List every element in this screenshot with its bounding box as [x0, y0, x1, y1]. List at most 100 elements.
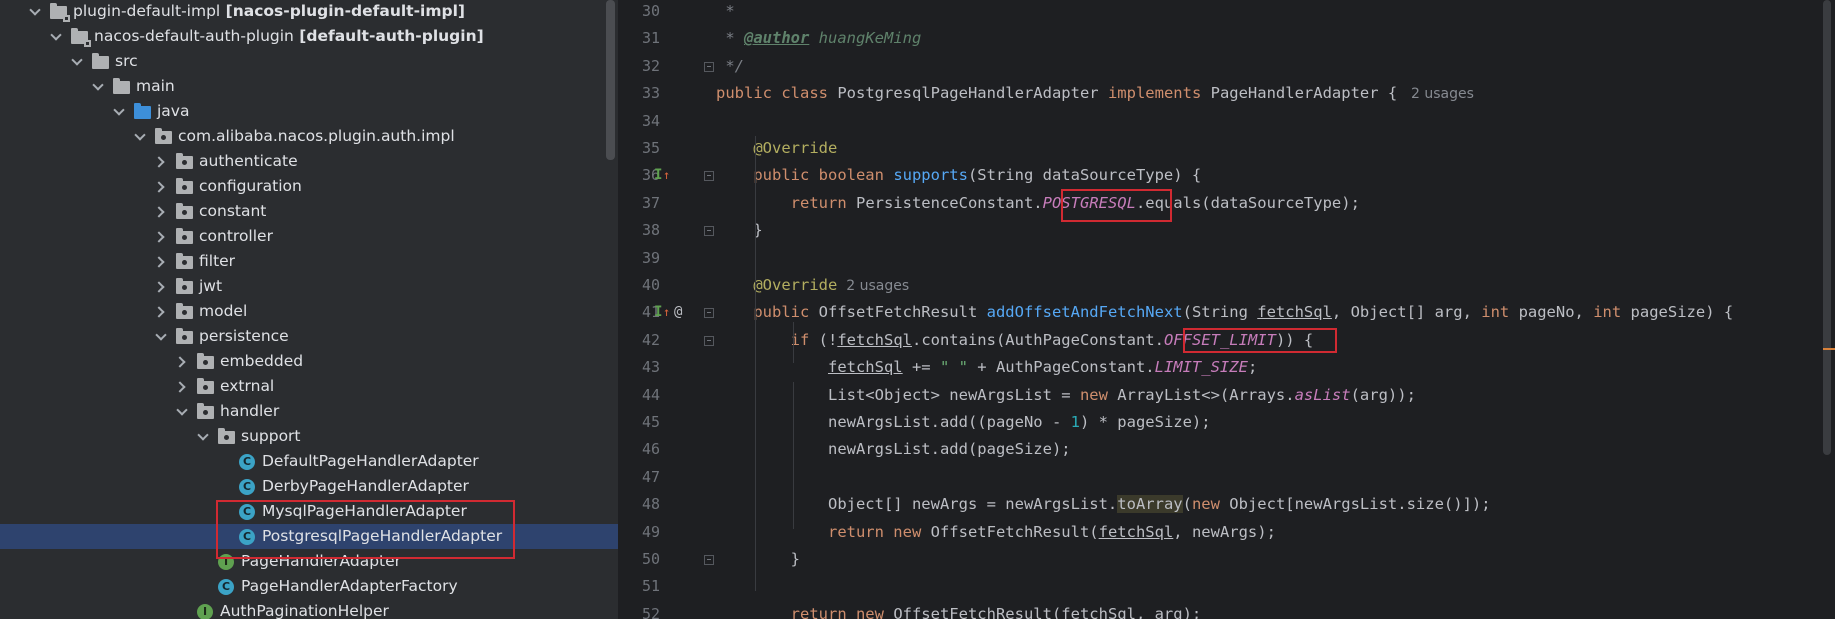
fold-toggle-icon[interactable]	[704, 308, 714, 319]
code-line[interactable]: return new OffsetFetchResult(fetchSql, a…	[716, 601, 1202, 619]
chevron-right-icon[interactable]	[156, 157, 166, 167]
tree-item[interactable]: embedded	[0, 349, 618, 374]
code-line[interactable]: newArgsList.add((pageNo - 1) * pageSize)…	[716, 409, 1211, 436]
tree-item[interactable]: src	[0, 49, 618, 74]
editor-scrollbar[interactable]	[1823, 0, 1831, 455]
tree-item-label: plugin-default-impl [nacos-plugin-defaul…	[73, 0, 465, 24]
implements-gutter-icon[interactable]: I	[654, 162, 662, 189]
code-token: newArgsList.add(pageSize);	[716, 440, 1071, 459]
chevron-right-icon[interactable]	[156, 282, 166, 292]
fold-toggle-icon[interactable]	[704, 61, 714, 72]
highlight-box	[1061, 189, 1172, 222]
tree-item[interactable]: extrnal	[0, 374, 618, 399]
tree-item-label: constant	[199, 199, 266, 224]
code-token: supports	[893, 166, 968, 185]
tree-item-name: DefaultPageHandlerAdapter	[262, 452, 479, 470]
chevron-down-icon[interactable]	[156, 332, 166, 342]
chevron-down-icon[interactable]	[135, 132, 145, 142]
code-line[interactable]: public OffsetFetchResult addOffsetAndFet…	[716, 299, 1733, 326]
code-token: huangKeMing	[809, 29, 922, 48]
code-token: */	[716, 56, 744, 75]
chevron-right-icon[interactable]	[177, 357, 187, 367]
code-token: pageSize) {	[1630, 303, 1734, 322]
tree-item-name: jwt	[199, 277, 223, 295]
code-line[interactable]: }	[716, 546, 800, 573]
override-arrow-icon[interactable]: ↑	[663, 299, 670, 326]
tree-item[interactable]: main	[0, 74, 618, 99]
tree-item[interactable]: configuration	[0, 174, 618, 199]
code-token: fetchSql	[837, 330, 912, 349]
code-token: (!	[818, 330, 838, 349]
chevron-right-icon[interactable]	[156, 207, 166, 217]
tree-item[interactable]: persistence	[0, 324, 618, 349]
tree-item[interactable]: filter	[0, 249, 618, 274]
chevron-down-icon[interactable]	[51, 32, 61, 42]
tree-item[interactable]: model	[0, 299, 618, 324]
package-icon	[176, 203, 193, 219]
tree-item[interactable]: nacos-default-auth-plugin [default-auth-…	[0, 24, 618, 49]
fold-toggle-icon[interactable]	[704, 171, 714, 182]
code-line[interactable]: List<Object> newArgsList = new ArrayList…	[716, 382, 1416, 409]
chevron-down-icon[interactable]	[93, 82, 103, 92]
fold-toggle-icon[interactable]	[704, 555, 714, 565]
chevron-down-icon[interactable]	[72, 57, 82, 67]
code-line[interactable]: *	[716, 0, 735, 25]
tree-item[interactable]: C DerbyPageHandlerAdapter	[0, 474, 618, 499]
fold-toggle-icon[interactable]	[704, 226, 714, 237]
code-line[interactable]: public boolean supports(String dataSourc…	[716, 162, 1201, 189]
chevron-down-icon[interactable]	[177, 407, 187, 417]
tree-item[interactable]: C PageHandlerAdapterFactory	[0, 574, 618, 599]
code-line[interactable]: return new OffsetFetchResult(fetchSql, n…	[716, 519, 1276, 546]
tree-item[interactable]: support	[0, 424, 618, 449]
tree-item[interactable]: C DefaultPageHandlerAdapter	[0, 449, 618, 474]
line-number: 43	[641, 358, 660, 377]
code-line[interactable]: return PersistenceConstant.POSTGRESQL.eq…	[716, 190, 1360, 217]
line-number: 42	[641, 330, 660, 349]
chevron-down-icon[interactable]	[30, 7, 40, 17]
chevron-right-icon[interactable]	[156, 182, 166, 192]
code-line[interactable]: @Override 2 usages	[716, 272, 909, 299]
code-line[interactable]: * @author huangKeMing	[716, 25, 921, 52]
module-folder-icon	[71, 28, 91, 47]
code-token: addOffsetAndFetchNext	[986, 303, 1183, 322]
code-line[interactable]: public class PostgresqlPageHandlerAdapte…	[716, 80, 1474, 107]
chevron-right-icon[interactable]	[156, 257, 166, 267]
line-number: 33	[641, 84, 660, 103]
chevron-right-icon[interactable]	[156, 307, 166, 317]
tree-item[interactable]: plugin-default-impl [nacos-plugin-defaul…	[0, 0, 618, 24]
interface-icon: I	[197, 604, 213, 619]
tree-item[interactable]: authenticate	[0, 149, 618, 174]
chevron-down-icon[interactable]	[198, 432, 208, 442]
package-icon	[176, 228, 193, 244]
tree-item-name: AuthPaginationHelper	[220, 602, 389, 619]
override-arrow-icon[interactable]: ↑	[663, 162, 670, 189]
code-token: int	[1481, 303, 1519, 322]
code-line[interactable]: Object[] newArgs = newArgsList.toArray(n…	[716, 491, 1491, 518]
tree-item-name: embedded	[220, 352, 304, 370]
fold-toggle-icon[interactable]	[704, 335, 714, 346]
tree-item-name: com.alibaba.nacos.plugin.auth.impl	[178, 127, 455, 145]
tree-item[interactable]: com.alibaba.nacos.plugin.auth.impl	[0, 124, 618, 149]
chevron-right-icon[interactable]	[156, 232, 166, 242]
warning-stripe-marker[interactable]	[1823, 348, 1835, 350]
code-line[interactable]: newArgsList.add(pageSize);	[716, 436, 1071, 463]
annotation-gutter-icon[interactable]: @	[674, 299, 682, 326]
code-line[interactable]: fetchSql += " " + AuthPageConstant.LIMIT…	[716, 354, 1257, 381]
implements-gutter-icon[interactable]: I	[654, 299, 662, 326]
code-line[interactable]: @Override	[716, 135, 837, 162]
line-number: 51	[641, 577, 660, 596]
chevron-down-icon[interactable]	[114, 107, 124, 117]
chevron-right-icon[interactable]	[177, 382, 187, 392]
tree-scrollbar[interactable]	[606, 0, 615, 160]
tree-item[interactable]: controller	[0, 224, 618, 249]
tree-item[interactable]: java	[0, 99, 618, 124]
code-editor[interactable]: 30 * 31 * @author huangKeMing 32 */ 33 publi…	[618, 0, 1835, 619]
tree-item[interactable]: handler	[0, 399, 618, 424]
code-token: *	[716, 2, 735, 20]
tree-item[interactable]: I AuthPaginationHelper	[0, 599, 618, 619]
tree-item[interactable]: jwt	[0, 274, 618, 299]
tree-item[interactable]: constant	[0, 199, 618, 224]
code-line[interactable]: */	[716, 53, 744, 80]
